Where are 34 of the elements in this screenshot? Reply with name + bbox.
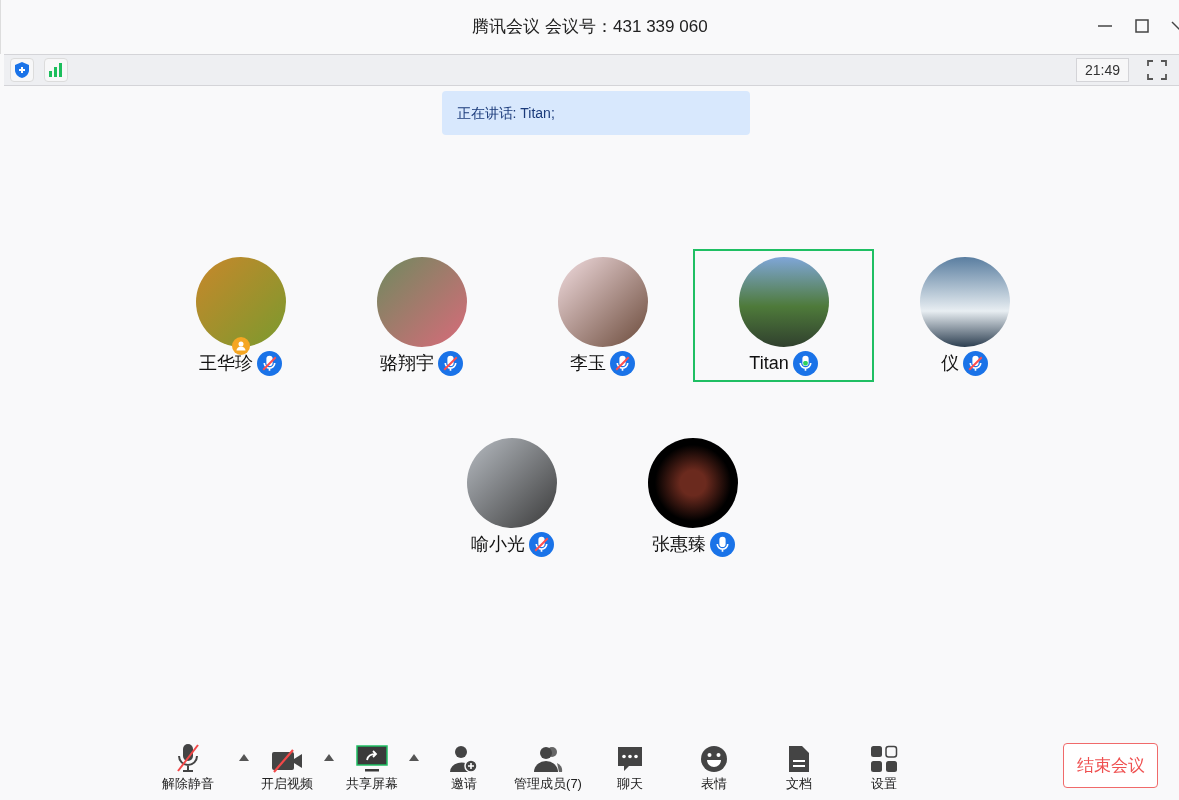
- members-button[interactable]: 管理成员(7): [498, 740, 598, 792]
- mic-button[interactable]: 解除静音: [150, 740, 226, 792]
- participant-name: 喻小光: [470, 533, 525, 556]
- meeting-clock: 21:49: [1075, 58, 1129, 82]
- participant-name: 骆翔宇: [380, 352, 434, 375]
- grid-icon: [870, 745, 898, 773]
- window-title: 腾讯会议 会议号：431 339 060: [472, 16, 708, 39]
- participant-name: 王华珍: [199, 352, 253, 375]
- share-button[interactable]: 共享屏幕: [346, 740, 398, 792]
- participant-name: 仪: [941, 352, 959, 375]
- caret-icon[interactable]: [409, 754, 419, 761]
- chat-icon: [616, 745, 644, 773]
- fullscreen-icon[interactable]: [1147, 60, 1167, 80]
- doc-button[interactable]: 文档: [766, 740, 832, 792]
- speaking-banner: 正在讲话: Titan;: [441, 91, 750, 135]
- share-screen-icon: [356, 745, 388, 773]
- shield-icon[interactable]: [14, 61, 30, 79]
- close-icon[interactable]: [1171, 19, 1179, 33]
- emoji-button[interactable]: 表情: [662, 740, 766, 792]
- add-person-icon: [449, 745, 479, 773]
- video-button[interactable]: 开启视频: [262, 740, 312, 792]
- participant-name: 李玉: [570, 352, 606, 375]
- people-icon: [533, 745, 563, 773]
- settings-button[interactable]: 设置: [832, 740, 936, 792]
- maximize-icon[interactable]: [1135, 19, 1149, 33]
- smiley-icon: [700, 745, 728, 773]
- participant-name: 张惠臻: [651, 533, 706, 556]
- chat-button[interactable]: 聊天: [598, 740, 662, 792]
- end-meeting-button[interactable]: 结束会议: [1063, 743, 1158, 788]
- participant-name: Titan: [749, 352, 789, 375]
- caret-icon[interactable]: [324, 754, 334, 761]
- document-icon: [788, 745, 810, 773]
- invite-button[interactable]: 邀请: [430, 740, 498, 792]
- caret-icon[interactable]: [239, 754, 249, 761]
